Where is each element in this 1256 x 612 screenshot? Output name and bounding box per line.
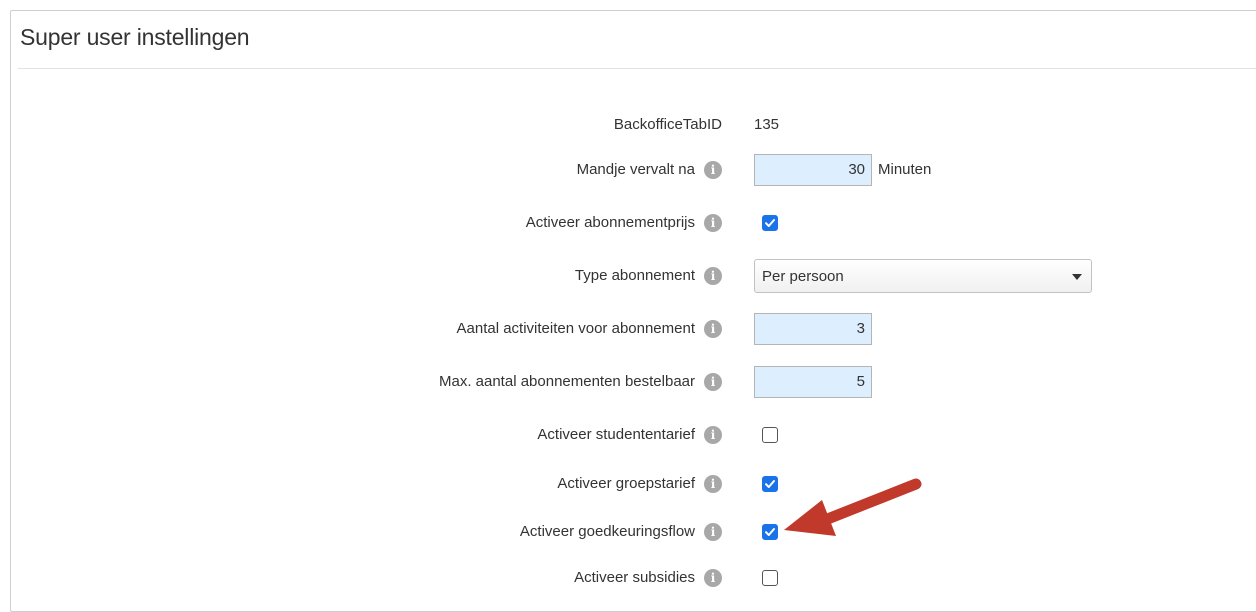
row-activeer-subsidies: Activeer subsidies i (0, 560, 1256, 596)
activeer-subsidies-label: Activeer subsidies i (574, 560, 722, 596)
label-text: Aantal activiteiten voor abonnement (456, 320, 695, 337)
aantal-activiteiten-input[interactable]: 3 (754, 313, 872, 345)
checkmark-icon (765, 219, 775, 227)
label-text: Activeer goedkeuringsflow (519, 523, 695, 540)
label-text: BackofficeTabID (613, 116, 722, 133)
activeer-goedkeuringsflow-checkbox[interactable] (762, 524, 778, 540)
row-aantal-activiteiten: Aantal activiteiten voor abonnement i 3 (0, 311, 1256, 347)
info-icon[interactable]: i (704, 214, 722, 232)
panel-title: Super user instellingen (20, 24, 250, 50)
info-icon[interactable]: i (704, 426, 722, 444)
type-abonnement-label: Type abonnement i (575, 258, 722, 294)
row-activeer-groepstarief: Activeer groepstarief i (0, 466, 1256, 502)
max-abonnementen-label: Max. aantal abonnementen bestelbaar i (439, 364, 722, 400)
backoffice-tab-id-value: 135 (754, 116, 780, 133)
row-activeer-studententarief: Activeer studententarief i (0, 417, 1256, 453)
row-activeer-goedkeuringsflow: Activeer goedkeuringsflow i (0, 514, 1256, 550)
label-text: Max. aantal abonnementen bestelbaar (438, 373, 695, 390)
title-divider (18, 68, 1256, 69)
type-abonnement-select[interactable]: Per persoon (754, 259, 1092, 293)
chevron-down-icon (1072, 274, 1082, 280)
activeer-studententarief-checkbox[interactable] (762, 427, 778, 443)
info-icon[interactable]: i (704, 320, 722, 338)
activeer-goedkeuringsflow-label: Activeer goedkeuringsflow i (520, 514, 722, 550)
label-text: Activeer subsidies (574, 569, 695, 586)
activeer-abonnementprijs-checkbox[interactable] (762, 215, 778, 231)
activeer-studententarief-label: Activeer studententarief i (537, 417, 722, 453)
red-arrow-annotation (784, 478, 922, 536)
checkmark-icon (765, 528, 775, 536)
row-mandje-vervalt: Mandje vervalt na i 30 Minuten (0, 152, 1256, 188)
activeer-subsidies-checkbox[interactable] (762, 570, 778, 586)
activeer-groepstarief-label: Activeer groepstarief i (557, 466, 722, 502)
row-backoffice-tab-id: BackofficeTabID 135 (0, 107, 1256, 143)
activeer-abonnementprijs-label: Activeer abonnementprijs i (526, 205, 722, 241)
checkmark-icon (765, 480, 775, 488)
mandje-vervalt-unit: Minuten (878, 161, 932, 178)
max-abonnementen-input[interactable]: 5 (754, 366, 872, 398)
info-icon[interactable]: i (704, 267, 722, 285)
label-text: Activeer studententarief (537, 426, 695, 443)
row-type-abonnement: Type abonnement i Per persoon (0, 258, 1256, 294)
activeer-groepstarief-checkbox[interactable] (762, 476, 778, 492)
backoffice-tab-id-label: BackofficeTabID (614, 107, 722, 143)
info-icon[interactable]: i (704, 475, 722, 493)
info-icon[interactable]: i (704, 373, 722, 391)
label-text: Type abonnement (574, 267, 695, 284)
info-icon[interactable]: i (704, 569, 722, 587)
row-activeer-abonnementprijs: Activeer abonnementprijs i (0, 205, 1256, 241)
info-icon[interactable]: i (704, 161, 722, 179)
aantal-activiteiten-label: Aantal activiteiten voor abonnement i (457, 311, 722, 347)
mandje-vervalt-input[interactable]: 30 (754, 154, 872, 186)
label-text: Activeer groepstarief (557, 475, 695, 492)
label-text: Activeer abonnementprijs (525, 214, 695, 231)
info-icon[interactable]: i (704, 523, 722, 541)
mandje-vervalt-label: Mandje vervalt na i (577, 152, 722, 188)
select-value: Per persoon (762, 268, 844, 285)
row-max-abonnementen: Max. aantal abonnementen bestelbaar i 5 (0, 364, 1256, 400)
label-text: Mandje vervalt na (576, 161, 695, 178)
